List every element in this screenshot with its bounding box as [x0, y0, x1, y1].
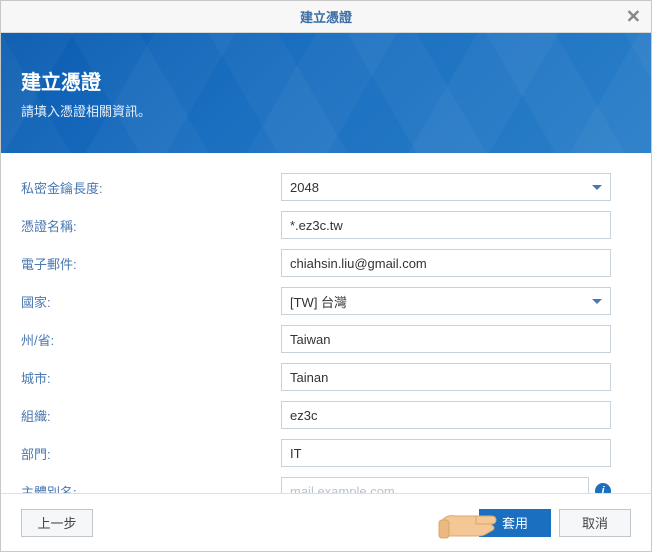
cancel-button[interactable]: 取消: [559, 509, 631, 537]
key-length-value: 2048: [290, 180, 319, 195]
label-country: 國家:: [21, 292, 281, 311]
dept-input[interactable]: [281, 439, 611, 467]
info-icon[interactable]: i: [595, 483, 611, 493]
state-input[interactable]: [281, 325, 611, 353]
banner-subtitle: 請填入憑證相關資訊。: [21, 101, 631, 120]
form-area: 私密金鑰長度: 2048 憑證名稱: 電子郵件: 國家:: [1, 153, 651, 493]
chevron-down-icon: [592, 185, 602, 190]
titlebar: 建立憑證 ✕: [1, 1, 651, 33]
country-value: [TW] 台灣: [290, 292, 347, 311]
titlebar-title: 建立憑證: [300, 7, 352, 26]
row-dept: 部門:: [21, 439, 631, 467]
org-input[interactable]: [281, 401, 611, 429]
label-cert-name: 憑證名稱:: [21, 216, 281, 235]
row-san: 主體別名: i: [21, 477, 631, 493]
row-email: 電子郵件:: [21, 249, 631, 277]
banner-heading: 建立憑證: [21, 66, 631, 95]
row-key-length: 私密金鑰長度: 2048: [21, 173, 631, 201]
row-city: 城市:: [21, 363, 631, 391]
apply-button[interactable]: 套用: [479, 509, 551, 537]
label-key-length: 私密金鑰長度:: [21, 178, 281, 197]
back-button[interactable]: 上一步: [21, 509, 93, 537]
row-country: 國家: [TW] 台灣: [21, 287, 631, 315]
label-state: 州/省:: [21, 330, 281, 349]
row-state: 州/省:: [21, 325, 631, 353]
cert-name-input[interactable]: [281, 211, 611, 239]
label-san: 主體別名:: [21, 482, 281, 494]
dialog: 建立憑證 ✕ 建立憑證 請填入憑證相關資訊。 私密金鑰長度: 2048 憑證名稱…: [0, 0, 652, 552]
key-length-select[interactable]: 2048: [281, 173, 611, 201]
label-dept: 部門:: [21, 444, 281, 463]
row-cert-name: 憑證名稱:: [21, 211, 631, 239]
email-input[interactable]: [281, 249, 611, 277]
close-icon[interactable]: ✕: [626, 6, 641, 27]
san-input[interactable]: [281, 477, 589, 493]
city-input[interactable]: [281, 363, 611, 391]
footer: 上一步 套用 取消: [1, 493, 651, 551]
chevron-down-icon: [592, 299, 602, 304]
label-email: 電子郵件:: [21, 254, 281, 273]
country-select[interactable]: [TW] 台灣: [281, 287, 611, 315]
row-org: 組織:: [21, 401, 631, 429]
banner: 建立憑證 請填入憑證相關資訊。: [1, 33, 651, 153]
label-city: 城市:: [21, 368, 281, 387]
label-org: 組織:: [21, 406, 281, 425]
